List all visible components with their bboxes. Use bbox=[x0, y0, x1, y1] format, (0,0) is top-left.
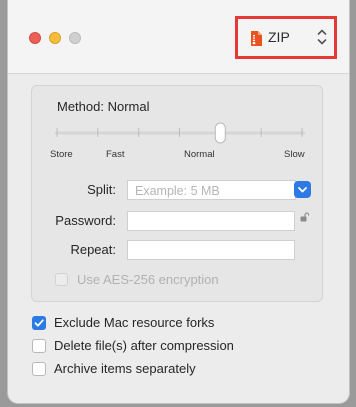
password-label: Password: bbox=[55, 213, 116, 228]
checkbox-box[interactable] bbox=[32, 362, 46, 376]
slider-tick bbox=[97, 128, 99, 137]
slider-tick bbox=[138, 128, 140, 137]
level-label-slow: Slow bbox=[284, 149, 305, 160]
minimize-window-button[interactable] bbox=[49, 32, 61, 44]
slider-tick bbox=[56, 128, 58, 137]
zoom-window-button[interactable] bbox=[69, 32, 81, 44]
compression-level-slider[interactable] bbox=[32, 86, 324, 151]
checkbox-box[interactable] bbox=[32, 339, 46, 353]
unlocked-padlock-icon[interactable] bbox=[300, 212, 309, 222]
repeat-label: Repeat: bbox=[70, 242, 116, 257]
slider-tick bbox=[179, 128, 180, 137]
split-placeholder: Example: 5 MB bbox=[135, 184, 220, 198]
chevron-down-icon bbox=[298, 187, 307, 193]
checkbox-box[interactable] bbox=[32, 316, 46, 330]
level-label-normal: Normal bbox=[184, 149, 215, 160]
level-label-store: Store bbox=[50, 149, 73, 160]
repeat-password-field[interactable] bbox=[127, 240, 295, 260]
checkbox-label: Exclude Mac resource forks bbox=[54, 315, 215, 330]
aes-checkbox-label: Use AES-256 encryption bbox=[77, 272, 219, 287]
compression-settings-group: Method: Normal Store Fast Normal Slow Sp… bbox=[31, 85, 323, 302]
close-window-button[interactable] bbox=[29, 32, 41, 44]
level-label-fast: Fast bbox=[106, 149, 125, 160]
format-label: ZIP bbox=[268, 29, 290, 45]
password-field[interactable] bbox=[127, 211, 295, 231]
format-popup[interactable]: ZIP bbox=[235, 16, 337, 59]
split-dropdown-button[interactable] bbox=[294, 181, 311, 198]
zip-file-icon bbox=[251, 31, 262, 46]
split-label: Split: bbox=[87, 182, 116, 197]
slider-tick bbox=[260, 128, 262, 137]
up-down-chevron-icon bbox=[317, 29, 327, 45]
checkmark-icon bbox=[34, 319, 44, 327]
checkbox-label: Delete file(s) after compression bbox=[54, 338, 234, 353]
slider-tick bbox=[301, 128, 303, 137]
aes-checkbox-box[interactable] bbox=[55, 273, 68, 286]
split-combo-field[interactable]: Example: 5 MB bbox=[127, 180, 296, 200]
slider-knob[interactable] bbox=[214, 122, 226, 144]
title-bar: ZIP bbox=[8, 0, 349, 74]
compression-window: ZIP Method: Normal Store Fast Normal Slo… bbox=[7, 0, 350, 404]
checkbox-label: Archive items separately bbox=[54, 361, 196, 376]
